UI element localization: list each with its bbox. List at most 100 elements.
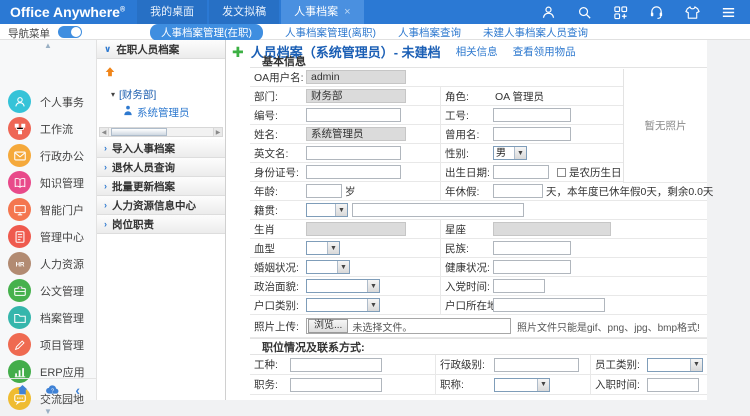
- sidebar-item-knowledge[interactable]: 知识管理: [0, 169, 96, 196]
- panel-active-archives[interactable]: ∨ 在职人员档案: [97, 40, 225, 59]
- sidebar-scroll-up-icon[interactable]: ▲: [0, 42, 96, 50]
- home-icon[interactable]: [16, 383, 29, 396]
- gender-select[interactable]: 男 ▼: [493, 146, 527, 160]
- sidebar-item-admin-office[interactable]: 行政办公: [0, 142, 96, 169]
- book-icon: [8, 171, 31, 194]
- sidebar-item-portal[interactable]: 智能门户: [0, 196, 96, 223]
- english-name-input[interactable]: [306, 146, 401, 160]
- pen-icon: [8, 333, 31, 356]
- health-input[interactable]: [493, 260, 571, 274]
- user-icon[interactable]: [541, 5, 556, 20]
- envelope-icon: [8, 144, 31, 167]
- cloud-icon[interactable]: ?: [45, 383, 60, 396]
- sidebar-item-archives[interactable]: 档案管理: [0, 304, 96, 331]
- support-icon[interactable]: [649, 5, 664, 20]
- job-title-select[interactable]: ▼: [494, 377, 550, 392]
- tree-expander-icon[interactable]: ▾: [111, 90, 115, 99]
- tab-hr-archive[interactable]: 人事档案 ×: [281, 0, 364, 24]
- search-icon[interactable]: [577, 5, 592, 20]
- admin-level-input[interactable]: [494, 357, 579, 372]
- tree-collapse-icon[interactable]: [104, 65, 116, 83]
- row-age-leave: 年龄: 岁 年休假: 天，本年度已休年假0天，剩余0.0天: [250, 182, 713, 201]
- tree-hscrollbar[interactable]: ◀ ▶: [99, 127, 223, 137]
- position-input[interactable]: [290, 377, 382, 392]
- close-icon[interactable]: ×: [344, 6, 350, 18]
- nav-menu-toggle[interactable]: [58, 26, 82, 38]
- sidebar-item-hr[interactable]: HR 人力资源: [0, 250, 96, 277]
- chevron-right-icon: ›: [104, 143, 107, 153]
- chevron-right-icon: ›: [104, 162, 107, 172]
- scrollbar-thumb[interactable]: [111, 128, 167, 136]
- photo-placeholder: 暂无照片: [623, 69, 707, 183]
- tab-hr-archive-label: 人事档案: [294, 6, 339, 18]
- blood-type-select[interactable]: ▼: [306, 241, 340, 255]
- panel-hr-info-center[interactable]: › 人力资源信息中心: [97, 196, 225, 215]
- folder-icon: [8, 306, 31, 329]
- work-no-input[interactable]: [493, 108, 571, 122]
- role-value: OA 管理员: [495, 90, 545, 103]
- row-hukou: 户口类别: ▼ 户口所在地:: [250, 296, 707, 315]
- apps-icon[interactable]: [613, 5, 628, 20]
- briefcase-icon: [8, 279, 31, 302]
- panel-retired-query[interactable]: › 退休人员查询: [97, 158, 225, 177]
- tab-doc-draft[interactable]: 发文拟稿: [209, 0, 280, 24]
- hukou-location-input[interactable]: [493, 298, 605, 312]
- row-id-birth: 身份证号: 出生日期: 是农历生日: [250, 163, 623, 182]
- sidebar-item-official-doc[interactable]: 公文管理: [0, 277, 96, 304]
- main-content: ✚ 人员档案（系统管理员）- 未建档 相关信息 查看领用物品 基本信息 OA用户…: [226, 40, 750, 400]
- collapse-sidebar-icon[interactable]: ‹: [75, 383, 80, 397]
- app-logo[interactable]: Office Anywhere®: [0, 4, 135, 20]
- dropdown-icon: ▼: [690, 358, 702, 371]
- sidebar-item-personal[interactable]: 个人事务: [0, 88, 96, 115]
- subtab-no-archive-query[interactable]: 未建人事档案人员查询: [483, 25, 588, 40]
- hukou-type-select[interactable]: ▼: [306, 298, 380, 312]
- native-place-select[interactable]: ▼: [306, 203, 348, 217]
- marital-select[interactable]: ▼: [306, 260, 350, 274]
- mgmt-center-icon: [8, 225, 31, 248]
- subtab-archive-active[interactable]: 人事档案管理(在职): [150, 23, 263, 41]
- id-number-input[interactable]: [306, 165, 401, 179]
- add-icon[interactable]: ✚: [232, 45, 244, 59]
- row-native-place: 籍贯: ▼: [250, 201, 707, 220]
- sidebar-item-project[interactable]: 项目管理: [0, 331, 96, 358]
- row-marital-health: 婚姻状况: ▼ 健康状况:: [250, 258, 707, 277]
- row-english-gender: 英文名: 性别: 男 ▼: [250, 144, 623, 163]
- subtab-archive-query[interactable]: 人事档案查询: [398, 25, 461, 40]
- svg-text:?: ?: [51, 388, 54, 394]
- native-place-input[interactable]: [352, 203, 524, 217]
- sidebar-item-mgmt-center[interactable]: 管理中心: [0, 223, 96, 250]
- work-type-input[interactable]: [290, 357, 382, 372]
- scroll-right-icon[interactable]: ▶: [213, 128, 222, 136]
- dropdown-icon: ▼: [337, 261, 349, 273]
- panel-batch-update[interactable]: › 批量更新档案: [97, 177, 225, 196]
- tab-my-desktop[interactable]: 我的桌面: [137, 0, 208, 24]
- tree-node-user[interactable]: 系统管理员: [123, 103, 190, 121]
- photo-file-input[interactable]: 浏览... 未选择文件。: [306, 318, 511, 334]
- former-name-input[interactable]: [493, 127, 571, 141]
- sidebar-scroll-down-icon[interactable]: ▼: [0, 408, 96, 416]
- political-select[interactable]: ▼: [306, 279, 380, 293]
- party-date-input[interactable]: [493, 279, 545, 293]
- panel-import-archives[interactable]: › 导入人事档案: [97, 139, 225, 158]
- tree-panel: ∨ 在职人员档案 ▾ [财务部] 系统管理员 ◀ ▶ › 导入人事档案 › 退休人员…: [97, 40, 226, 400]
- hr-icon: HR: [8, 252, 31, 275]
- row-blood-ethnic: 血型 ▼ 民族:: [250, 239, 707, 258]
- panel-job-duty[interactable]: › 岗位职责: [97, 215, 225, 234]
- lunar-birthday-checkbox[interactable]: [557, 167, 566, 177]
- tree-node-dept[interactable]: ▾ [财务部]: [111, 87, 156, 102]
- browse-button[interactable]: 浏览...: [308, 319, 349, 333]
- theme-icon[interactable]: [685, 5, 700, 20]
- row-worktype-level-emptype: 工种: 行政级别: 员工类别: ▼: [250, 355, 707, 375]
- ethnicity-input[interactable]: [493, 241, 571, 255]
- employee-type-select[interactable]: ▼: [647, 357, 703, 372]
- menu-icon[interactable]: [721, 5, 736, 20]
- annual-leave-input[interactable]: [493, 184, 543, 198]
- age-input[interactable]: [306, 184, 342, 198]
- scroll-left-icon[interactable]: ◀: [100, 128, 109, 136]
- birthday-input[interactable]: [493, 165, 549, 179]
- subtab-archive-resigned[interactable]: 人事档案管理(离职): [285, 25, 376, 40]
- code-input[interactable]: [306, 108, 401, 122]
- hire-date-input[interactable]: [647, 377, 699, 392]
- sidebar-item-workflow[interactable]: 工作流: [0, 115, 96, 142]
- row-zodiac-constellation: 生肖 星座: [250, 220, 707, 239]
